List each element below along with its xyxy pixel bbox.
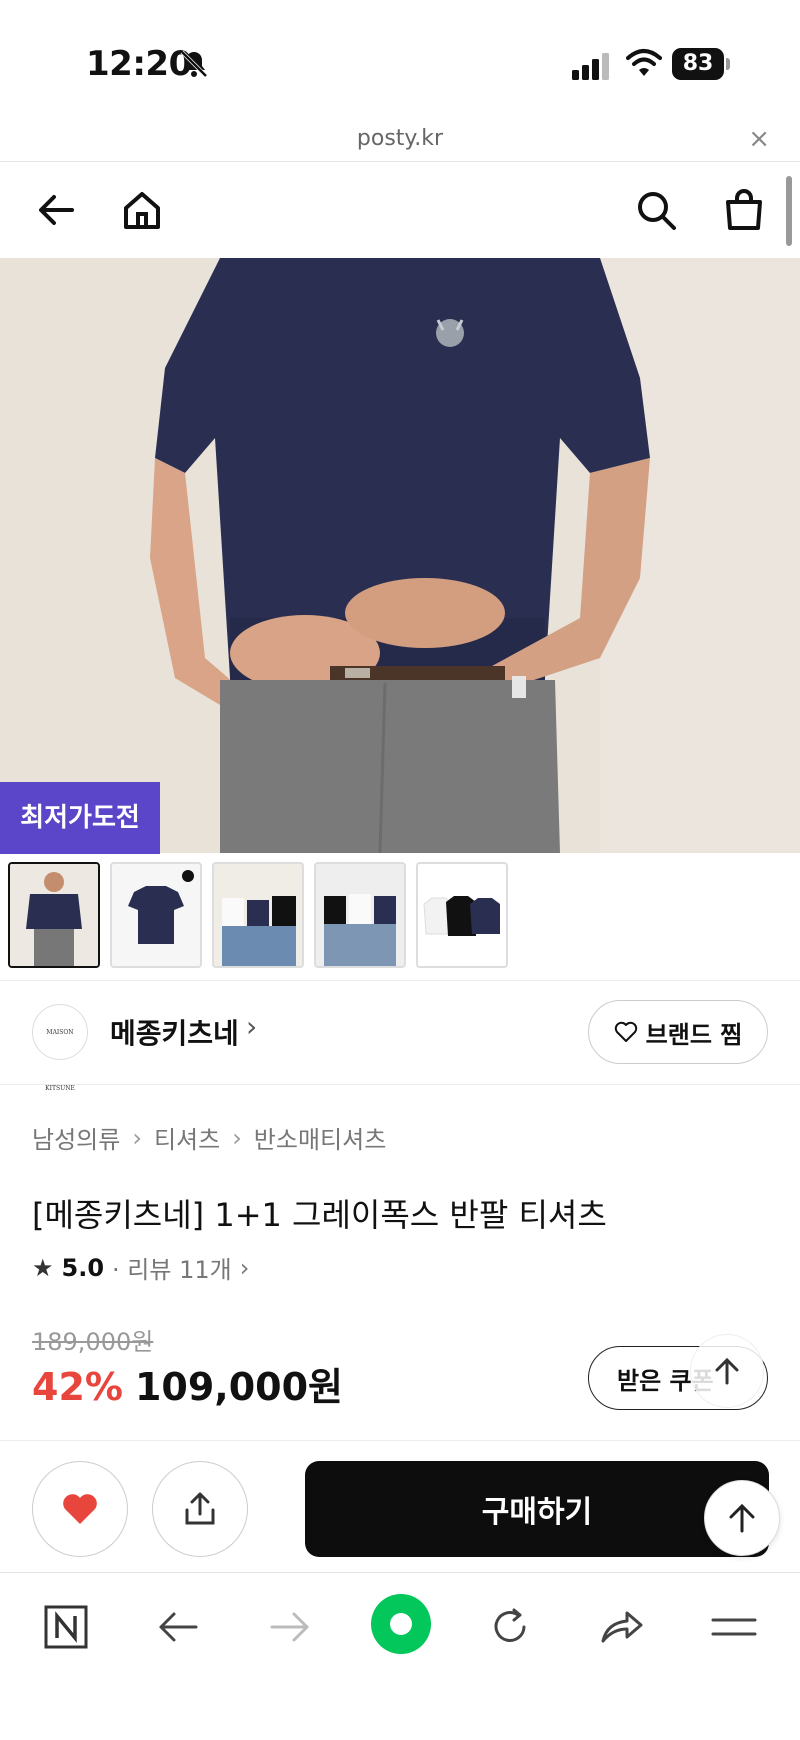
rating-row[interactable]: ★ 5.0 · 리뷰 11개 › xyxy=(32,1250,249,1285)
status-time: 12:20 xyxy=(86,44,192,84)
breadcrumb-item[interactable]: 티셔츠 xyxy=(154,1120,220,1155)
purchase-action-bar: 구매하기 xyxy=(0,1440,800,1570)
thumbnail-4[interactable] xyxy=(314,862,406,968)
arrow-up-icon xyxy=(729,1503,755,1533)
thumbnail-3[interactable] xyxy=(212,862,304,968)
hamburger-menu-icon xyxy=(711,1618,757,1636)
home-icon[interactable] xyxy=(118,186,166,234)
browser-back-button[interactable] xyxy=(150,1599,206,1655)
product-title: [메종키츠네] 1+1 그레이폭스 반팔 티셔츠 xyxy=(32,1196,607,1234)
search-icon[interactable] xyxy=(632,186,680,234)
model-navy-tshirt-image xyxy=(0,258,800,853)
thumbnail-2[interactable] xyxy=(110,862,202,968)
wishlist-button[interactable] xyxy=(32,1461,128,1557)
final-price: 109,000원 xyxy=(134,1365,344,1409)
discount-rate: 42% xyxy=(32,1365,123,1409)
chevron-right-icon: › xyxy=(232,1123,242,1152)
scroll-up-overlay-button[interactable] xyxy=(690,1334,764,1408)
brand-favorite-label: 브랜드 찜 xyxy=(645,1020,743,1049)
naver-green-dot-button[interactable] xyxy=(370,1593,432,1655)
status-bar: 12:20 83 xyxy=(0,0,800,120)
section-divider xyxy=(0,1084,800,1085)
buy-button[interactable]: 구매하기 xyxy=(305,1461,769,1557)
thumbnail-group-image xyxy=(214,864,302,966)
breadcrumb-item[interactable]: 남성의류 xyxy=(32,1120,120,1155)
image-thumbnail-strip xyxy=(8,862,508,968)
lowest-price-badge: 최저가도전 xyxy=(0,782,160,854)
breadcrumb: 남성의류 › 티셔츠 › 반소매티셔츠 xyxy=(32,1120,386,1155)
original-price: 189,000원 xyxy=(32,1328,154,1356)
battery-level: 83 xyxy=(672,48,724,80)
thumbnail-1[interactable] xyxy=(8,862,100,968)
breadcrumb-item[interactable]: 반소매티셔츠 xyxy=(254,1120,386,1155)
arrow-up-icon xyxy=(715,1357,739,1385)
browser-forward-button[interactable] xyxy=(262,1599,318,1655)
brand-logo[interactable]: MAISON KITSUNÉ xyxy=(32,1004,88,1092)
browser-share-button[interactable] xyxy=(594,1599,650,1655)
chevron-right-icon: › xyxy=(239,1253,250,1282)
menu-button[interactable] xyxy=(706,1599,762,1655)
chevron-right-icon: › xyxy=(132,1123,142,1152)
star-icon: ★ xyxy=(32,1253,54,1282)
arrow-right-icon xyxy=(270,1612,309,1642)
share-button[interactable] xyxy=(152,1461,248,1557)
reload-button[interactable] xyxy=(482,1599,538,1655)
thumbnail-flat-tshirt-image xyxy=(112,864,200,966)
brand-row: MAISON KITSUNÉ 메종키츠네 › 브랜드 찜 xyxy=(0,980,800,1092)
app-header xyxy=(0,162,800,258)
brand-name[interactable]: 메종키츠네 xyxy=(110,1012,239,1052)
close-icon[interactable]: × xyxy=(748,124,770,154)
brand-favorite-button[interactable]: 브랜드 찜 xyxy=(588,1000,768,1064)
shopping-bag-icon[interactable] xyxy=(720,186,768,234)
back-arrow-icon[interactable] xyxy=(32,186,80,234)
reload-icon xyxy=(494,1608,526,1642)
naver-home-button[interactable] xyxy=(38,1599,94,1655)
share-icon xyxy=(185,1492,215,1525)
arrow-left-icon xyxy=(159,1612,198,1642)
url-bar[interactable]: posty.kr × xyxy=(0,120,800,162)
bell-slash-icon xyxy=(180,50,208,78)
thumbnail-three-models-image xyxy=(316,864,404,966)
thumbnail-color-options-image xyxy=(418,864,506,966)
scroll-to-top-button[interactable] xyxy=(704,1480,780,1556)
naver-n-icon xyxy=(44,1605,88,1649)
scrollbar-thumb[interactable] xyxy=(786,176,792,246)
url-domain[interactable]: posty.kr xyxy=(0,126,800,151)
green-dot-icon xyxy=(371,1594,431,1654)
wifi-icon xyxy=(626,49,662,76)
heart-outline-icon xyxy=(614,1021,637,1042)
product-main-image[interactable] xyxy=(0,258,800,853)
battery-cap xyxy=(726,58,730,70)
brand-chevron-icon[interactable]: › xyxy=(246,1010,257,1043)
browser-toolbar xyxy=(0,1572,800,1740)
thumbnail-model-image xyxy=(10,864,98,966)
rating-score: 5.0 xyxy=(61,1253,105,1282)
thumbnail-5[interactable] xyxy=(416,862,508,968)
heart-filled-icon xyxy=(63,1494,97,1524)
signal-icon xyxy=(572,53,609,80)
battery-indicator: 83 xyxy=(672,48,730,80)
review-count-link[interactable]: · 리뷰 11개 xyxy=(112,1250,232,1285)
forward-share-icon xyxy=(601,1611,643,1643)
price-row: 42% 109,000원 xyxy=(32,1356,343,1411)
